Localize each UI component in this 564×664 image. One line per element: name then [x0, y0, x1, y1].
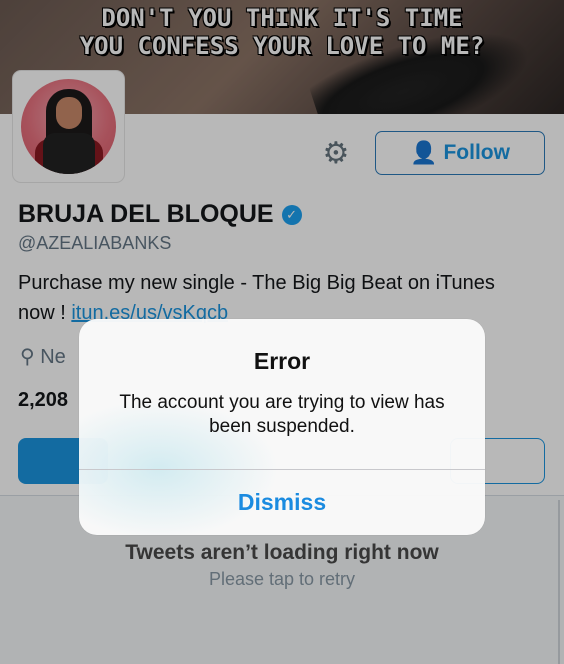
alert-message: The account you are trying to view has b… — [119, 392, 445, 437]
error-alert: Error The account you are trying to view… — [79, 319, 485, 535]
alert-title: Error — [253, 348, 311, 374]
dismiss-button[interactable]: Dismiss — [79, 470, 485, 535]
